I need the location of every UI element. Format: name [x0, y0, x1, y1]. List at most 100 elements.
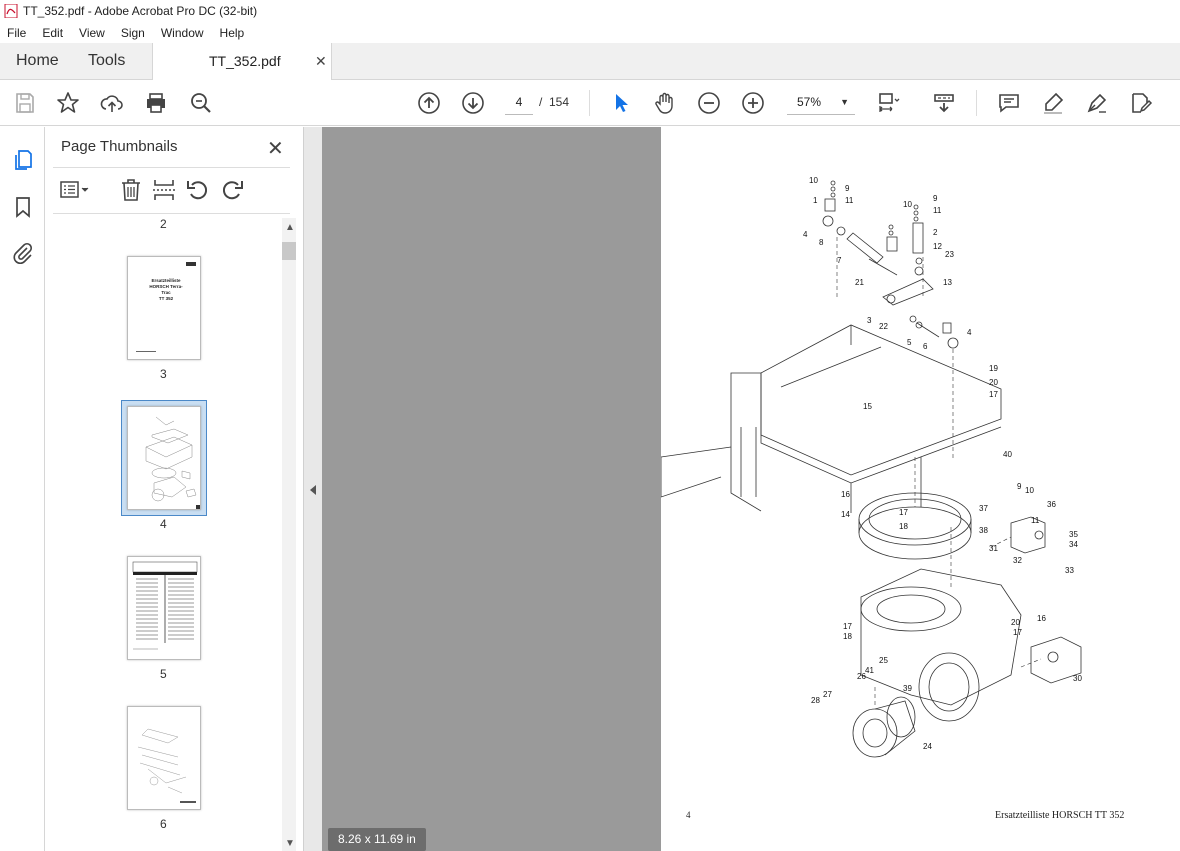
select-cursor-icon[interactable] — [609, 91, 633, 115]
scroll-mode-icon[interactable] — [932, 91, 956, 115]
zoom-search-icon[interactable] — [189, 91, 213, 115]
part-label: 11 — [845, 196, 854, 205]
part-label: 6 — [923, 342, 928, 351]
edit-pdf-icon[interactable] — [1129, 91, 1153, 115]
left-navigation-rail — [0, 127, 45, 851]
menu-view[interactable]: View — [71, 26, 113, 40]
toolbar — [0, 80, 1180, 126]
page-thumbnail-6[interactable] — [127, 706, 201, 810]
thumb6-diagram — [137, 728, 196, 803]
scroll-down-icon[interactable]: ▼ — [285, 838, 295, 849]
pdf-page: 10 9 11 1 4 8 7 21 10 9 11 2 12 23 13 3 22 5 6 4 19 20 17 15 40 1… — [661, 127, 1180, 851]
part-label: 9 — [845, 184, 850, 193]
zoom-select[interactable]: 57% ▼ — [787, 89, 855, 115]
part-label: 25 — [879, 656, 888, 665]
thumb5-table — [132, 561, 198, 650]
sign-pen-icon[interactable] — [1085, 91, 1109, 115]
close-panel-icon[interactable]: ✕ — [267, 136, 284, 161]
tab-tools[interactable]: Tools — [88, 43, 125, 79]
star-icon[interactable] — [56, 91, 80, 115]
part-label: 17 — [1013, 628, 1022, 637]
zoom-out-icon[interactable] — [697, 91, 721, 115]
page-thumbnail-3[interactable]: Ersatzteilliste HORSCH Terra-Trac TT 352 — [127, 256, 201, 360]
menu-edit[interactable]: Edit — [34, 26, 71, 40]
part-label: 3 — [867, 316, 872, 325]
delete-page-icon[interactable] — [118, 177, 144, 203]
zoom-value: 57% — [797, 95, 822, 109]
part-label: 9 — [1017, 482, 1022, 491]
part-label: 20 — [1011, 618, 1020, 627]
acrobat-app-icon — [4, 4, 18, 18]
attachment-icon[interactable] — [11, 241, 35, 265]
thumbnail-options-icon[interactable] — [59, 177, 97, 203]
page-thumbnails-panel: Page Thumbnails ✕ 2 Ersatzteilliste HORS… — [45, 127, 303, 851]
close-tab-icon[interactable]: ✕ — [315, 43, 327, 79]
part-label: 33 — [1065, 566, 1074, 575]
part-label: 18 — [899, 522, 908, 531]
save-icon[interactable] — [13, 91, 37, 115]
scrollbar-thumb[interactable] — [282, 242, 296, 260]
part-label: 38 — [979, 526, 988, 535]
scroll-up-icon[interactable]: ▲ — [285, 222, 295, 233]
menu-window[interactable]: Window — [153, 26, 212, 40]
tab-bar: Home Tools TT_352.pdf ✕ — [0, 43, 1180, 80]
thumbnail-list: 2 Ersatzteilliste HORSCH Terra-Trac TT 3… — [45, 214, 282, 851]
panel-splitter[interactable] — [303, 127, 322, 851]
bookmark-icon[interactable] — [11, 195, 35, 219]
part-label: 35 — [1069, 530, 1078, 539]
window-title: TT_352.pdf - Adobe Acrobat Pro DC (32-bi… — [23, 4, 258, 18]
menu-sign[interactable]: Sign — [113, 26, 153, 40]
part-label: 10 — [1025, 486, 1034, 495]
highlight-pen-icon[interactable] — [1041, 91, 1065, 115]
menu-file[interactable]: File — [0, 26, 34, 40]
tab-document[interactable]: TT_352.pdf ✕ — [152, 43, 332, 80]
part-label: 4 — [967, 328, 972, 337]
insert-page-icon[interactable] — [151, 177, 177, 203]
part-label: 4 — [803, 230, 808, 239]
part-label: 27 — [823, 690, 832, 699]
page-thumbnails-icon[interactable] — [11, 148, 35, 172]
part-label: 19 — [989, 364, 998, 373]
upload-cloud-icon[interactable] — [100, 91, 124, 115]
part-label: 15 — [863, 402, 872, 411]
hand-tool-icon[interactable] — [653, 91, 677, 115]
previous-page-icon[interactable] — [417, 91, 441, 115]
collapse-panel-icon[interactable] — [310, 485, 316, 495]
part-label: 9 — [933, 194, 938, 203]
page-number-input[interactable]: 4 — [505, 89, 533, 115]
part-label: 7 — [837, 256, 842, 265]
thumbnail-tools — [53, 177, 290, 205]
part-label: 8 — [819, 238, 824, 247]
page-thumbnail-4[interactable] — [127, 406, 201, 510]
page-fit-icon[interactable] — [876, 91, 900, 115]
zoom-in-icon[interactable] — [741, 91, 765, 115]
part-label: 41 — [865, 666, 874, 675]
tab-home[interactable]: Home — [16, 43, 59, 79]
thumb4-diagram — [145, 416, 200, 509]
exploded-parts-diagram: 109111487211091121223133225 6419201715401… — [661, 176, 1082, 758]
thumbnail-scrollbar[interactable]: ▲ ▼ — [282, 218, 296, 851]
part-label: 31 — [989, 544, 998, 553]
page-thumbnail-5[interactable] — [127, 556, 201, 660]
menu-help[interactable]: Help — [212, 26, 253, 40]
rotate-counterclockwise-icon[interactable] — [185, 177, 211, 203]
comment-icon[interactable] — [997, 91, 1021, 115]
part-label: 40 — [1003, 450, 1012, 459]
rotate-clockwise-icon[interactable] — [219, 177, 245, 203]
part-label: 11 — [1031, 516, 1040, 525]
chevron-down-icon: ▼ — [840, 97, 849, 107]
part-label: 17 — [899, 508, 908, 517]
part-label: 11 — [933, 206, 942, 215]
part-label: 10 — [809, 176, 818, 185]
next-page-icon[interactable] — [461, 91, 485, 115]
document-view[interactable]: 10 9 11 1 4 8 7 21 10 9 11 2 12 23 13 3 22 5 6 4 19 20 17 15 40 1… — [322, 127, 1180, 851]
part-label: 16 — [841, 490, 850, 499]
thumb3-title-line3: TT 352 — [158, 296, 174, 301]
part-label: 36 — [1047, 500, 1056, 509]
part-label: 24 — [923, 742, 932, 751]
part-label: 20 — [989, 378, 998, 387]
part-label: 10 — [903, 200, 912, 209]
part-label: 32 — [1013, 556, 1022, 565]
print-icon[interactable] — [144, 91, 168, 115]
total-pages: 154 — [549, 95, 570, 109]
